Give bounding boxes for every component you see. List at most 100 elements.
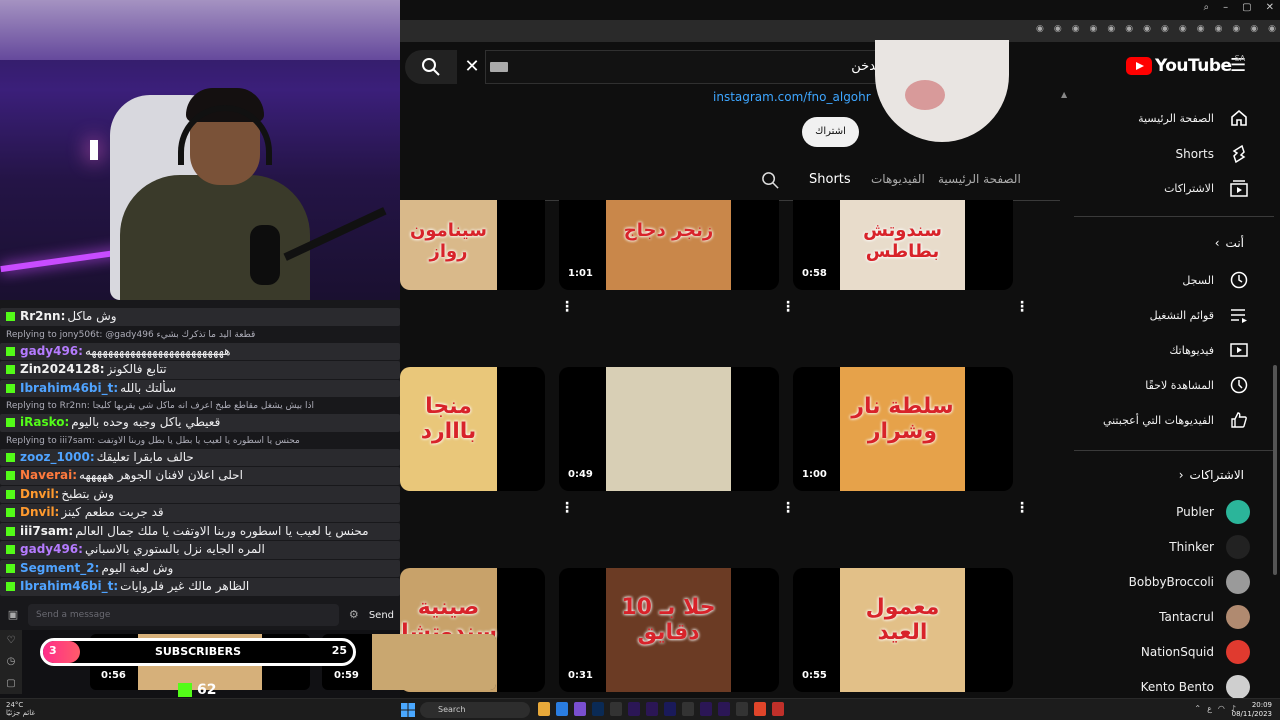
extension-icon[interactable]: ◉ — [1090, 24, 1098, 34]
extension-icon[interactable]: ◉ — [1268, 24, 1276, 34]
chat-username[interactable]: zooz_1000: — [20, 449, 95, 467]
chat-message: Ibrahim46bi_t: الظاهر مالك غير فلروايات — [0, 578, 400, 596]
subscription-item[interactable]: NationSquid — [1141, 636, 1250, 668]
channel-avatar[interactable] — [875, 40, 1009, 142]
subscription-item[interactable]: Thinker — [1169, 531, 1250, 563]
audition-icon[interactable] — [646, 702, 658, 716]
chat-input[interactable]: Send a message — [28, 604, 339, 626]
send-button[interactable]: Send — [369, 610, 394, 621]
chat-username[interactable]: Zin2024128: — [20, 361, 105, 379]
youtube-logo[interactable]: YouTube SA — [1126, 54, 1245, 76]
media-encoder-icon[interactable] — [664, 702, 676, 716]
app-icon[interactable] — [682, 702, 694, 716]
chat-username[interactable]: Ibrahim46bi_t: — [20, 578, 118, 596]
vscode-icon[interactable] — [556, 702, 568, 716]
visual-studio-icon[interactable] — [574, 702, 586, 716]
premiere-icon[interactable] — [700, 702, 712, 716]
extension-icon[interactable]: ◉ — [1107, 24, 1115, 34]
clock-icon[interactable]: ◷ — [7, 656, 16, 667]
subscription-name: Publer — [1176, 505, 1214, 519]
extension-icon[interactable]: ◉ — [1054, 24, 1062, 34]
file-explorer-icon[interactable] — [538, 702, 550, 716]
chat-username[interactable]: iRasko: — [20, 414, 69, 432]
search-button[interactable] — [405, 50, 457, 84]
sidebar-item-history[interactable]: السجل — [1182, 264, 1250, 296]
clock[interactable]: 20:09 08/11/2023 — [1232, 701, 1272, 719]
extension-icon[interactable]: ◉ — [1250, 24, 1258, 34]
chat-username[interactable]: Dnvil: — [20, 486, 59, 504]
extension-icon[interactable]: ◉ — [1036, 24, 1044, 34]
tray-icon[interactable]: ⌃ — [1194, 704, 1201, 713]
sidebar-item-home[interactable]: الصفحة الرئيسية — [1138, 102, 1250, 134]
extension-icon[interactable]: ◉ — [1072, 24, 1080, 34]
tab-shorts[interactable]: Shorts — [809, 172, 851, 187]
youtube-play-icon — [1126, 57, 1152, 75]
tab-home[interactable]: الصفحة الرئيسية — [938, 172, 1021, 186]
chat-username[interactable]: Naverai: — [20, 467, 77, 485]
more-options-icon[interactable]: ⋮ — [560, 299, 574, 315]
settings-icon[interactable]: ⚙ — [347, 608, 361, 622]
subscribe-button[interactable]: اشتراك — [802, 117, 859, 147]
subscription-item[interactable]: Tantacrul — [1159, 601, 1250, 633]
chat-username[interactable]: gady496: — [20, 541, 83, 559]
clear-search-icon[interactable]: ✕ — [462, 56, 482, 77]
more-options-icon[interactable]: ⋮ — [781, 299, 795, 315]
you-heading[interactable]: أنت › — [1215, 236, 1244, 250]
chat-username[interactable]: Segment_2: — [20, 560, 99, 578]
more-options-icon[interactable]: ⋮ — [560, 500, 574, 516]
audition-icon[interactable] — [718, 702, 730, 716]
language-icon[interactable]: ع — [1207, 704, 1212, 713]
sidebar-item-shorts[interactable]: Shorts — [1176, 138, 1250, 170]
maximize-button[interactable]: ▢ — [1242, 2, 1251, 13]
sidebar-scrollbar[interactable] — [1273, 365, 1277, 575]
photoshop-icon[interactable] — [592, 702, 604, 716]
search-input[interactable]: كيكة الدخن — [485, 50, 927, 84]
extension-icon[interactable]: ◉ — [1125, 24, 1133, 34]
chat-username[interactable]: Rr2nn: — [20, 308, 65, 326]
subscription-item[interactable]: BobbyBroccoli — [1129, 566, 1250, 598]
windows-start-icon[interactable] — [401, 703, 415, 717]
extension-icon[interactable]: ◉ — [1215, 24, 1223, 34]
chat-username[interactable]: gady496: — [20, 343, 83, 361]
weather-widget[interactable]: 24°C غائم جزئيًا — [6, 701, 35, 717]
chat-username[interactable]: Ibrahim46bi_t: — [20, 380, 118, 398]
search-icon[interactable]: ⌕ — [1204, 2, 1210, 13]
extension-icon[interactable]: ◉ — [1161, 24, 1169, 34]
keyboard-icon[interactable] — [490, 62, 508, 72]
video-thumbnail[interactable]: منجا بااارد — [400, 367, 545, 491]
close-button[interactable]: ✕ — [1266, 2, 1274, 13]
more-options-icon[interactable]: ⋮ — [1015, 299, 1029, 315]
sidebar-item-liked[interactable]: الفيديوهات التي أعجبتني — [1103, 404, 1250, 436]
app-icon[interactable] — [736, 702, 748, 716]
subscriptions-heading[interactable]: الاشتراكات ‹ — [1179, 468, 1244, 482]
browser-icon[interactable] — [754, 702, 766, 716]
sidebar-item-your-videos[interactable]: فيديوهاتك — [1169, 334, 1250, 366]
video-thumbnail[interactable]: سينامون رواز — [400, 200, 545, 290]
chat-username[interactable]: Dnvil: — [20, 504, 59, 522]
more-options-icon[interactable]: ⋮ — [781, 500, 795, 516]
sidebar-item-playlists[interactable]: قوائم التشغيل — [1150, 299, 1250, 331]
channel-link[interactable]: instagram.com/fno_algohr — [713, 90, 871, 104]
channel-search-icon[interactable] — [761, 171, 780, 194]
after-effects-icon[interactable] — [628, 702, 640, 716]
extension-icon[interactable]: ◉ — [1143, 24, 1151, 34]
wifi-icon[interactable]: ◠ — [1218, 704, 1225, 713]
subscription-item[interactable]: Publer — [1176, 496, 1250, 528]
obs-icon[interactable] — [772, 702, 784, 716]
extension-icon[interactable]: ◉ — [1179, 24, 1187, 34]
sidebar-item-watch-later[interactable]: المشاهدة لاحقًا — [1145, 369, 1250, 401]
sidebar-item-subscriptions[interactable]: الاشتراكات — [1164, 172, 1250, 204]
chat-username[interactable]: iii7sam: — [20, 523, 73, 541]
extension-icon[interactable]: ◉ — [1232, 24, 1240, 34]
gift-icon[interactable]: ▢ — [6, 678, 15, 689]
emote-icon[interactable]: ▣ — [6, 608, 20, 622]
clock-date: 08/11/2023 — [1231, 710, 1272, 718]
heart-icon[interactable]: ♡ — [7, 635, 16, 646]
taskbar-search[interactable]: Search — [420, 702, 530, 718]
scroll-up-icon[interactable]: ▲ — [1061, 90, 1067, 99]
more-options-icon[interactable]: ⋮ — [1015, 500, 1029, 516]
tab-videos[interactable]: الفيديوهات — [871, 172, 925, 186]
minimize-button[interactable]: – — [1223, 2, 1228, 13]
app-icon[interactable] — [610, 702, 622, 716]
extension-icon[interactable]: ◉ — [1197, 24, 1205, 34]
